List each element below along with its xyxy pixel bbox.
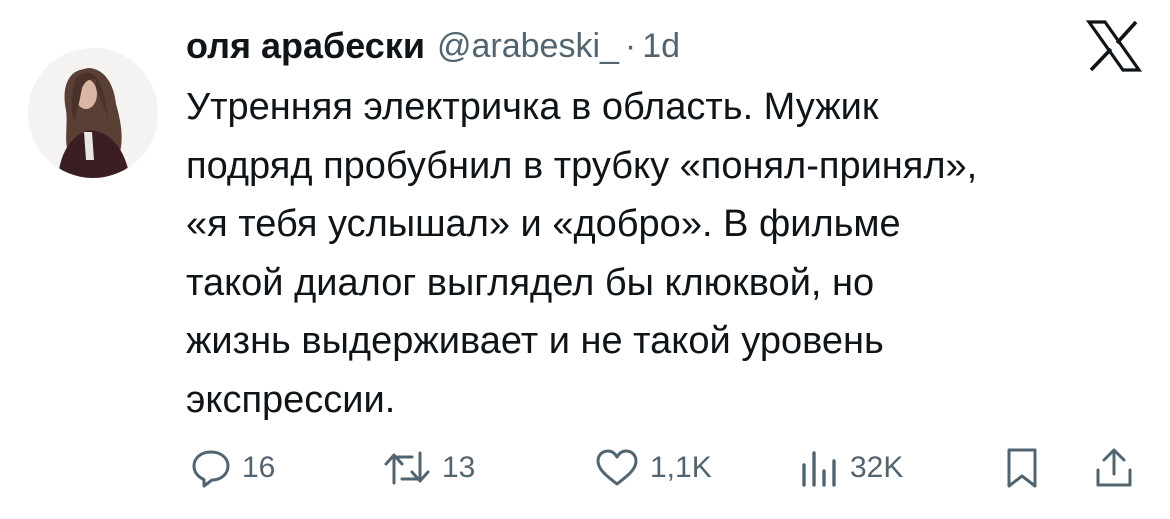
tweet-text-line: такой диалог выглядел бы клюквой, но xyxy=(186,261,875,304)
avatar-photo-icon xyxy=(28,48,158,178)
tweet-action-bar: 16 13 1,1K 32K xyxy=(186,440,1146,496)
heart-icon xyxy=(596,449,638,486)
bookmark-icon xyxy=(1007,448,1037,488)
tweet-card: оля арабески @arabeski_ · 1d Утренняя эл… xyxy=(0,0,1170,519)
author-handle[interactable]: @arabeski_ xyxy=(437,27,619,66)
reply-count: 16 xyxy=(242,451,276,484)
retweet-icon xyxy=(384,451,430,485)
tweet-text: Утренняя электричка в область. Мужик под… xyxy=(186,78,1151,429)
retweet-button[interactable]: 13 xyxy=(382,440,475,496)
tweet-text-line: подряд пробубнил в трубку «понял-принял»… xyxy=(186,144,978,187)
like-button[interactable]: 1,1K xyxy=(594,440,712,496)
share-button[interactable] xyxy=(1092,440,1136,496)
author-display-name[interactable]: оля арабески xyxy=(186,25,425,67)
meta-separator: · xyxy=(624,26,637,65)
views-count: 32K xyxy=(850,451,904,484)
tweet-text-line: жизнь выдерживает и не такой уровень xyxy=(186,320,884,362)
retweet-count: 13 xyxy=(442,451,476,484)
tweet-timestamp[interactable]: 1d xyxy=(642,27,680,66)
reply-icon xyxy=(192,450,230,488)
bookmark-button[interactable] xyxy=(1002,440,1042,496)
reply-button[interactable]: 16 xyxy=(190,440,275,496)
avatar[interactable] xyxy=(28,48,158,178)
tweet-text-line: экспрессии. xyxy=(186,378,396,421)
views-button[interactable]: 32K xyxy=(796,440,903,496)
tweet-header: оля арабески @arabeski_ · 1d xyxy=(186,18,680,74)
x-logo-icon xyxy=(1085,20,1143,72)
views-chart-icon xyxy=(802,451,836,487)
tweet-text-line: Утренняя электричка в область. Мужик xyxy=(186,86,879,128)
share-icon xyxy=(1096,448,1132,487)
tweet-text-line: «я тебя услышал» и «добро». В фильме xyxy=(186,203,901,245)
like-count: 1,1K xyxy=(650,451,712,484)
